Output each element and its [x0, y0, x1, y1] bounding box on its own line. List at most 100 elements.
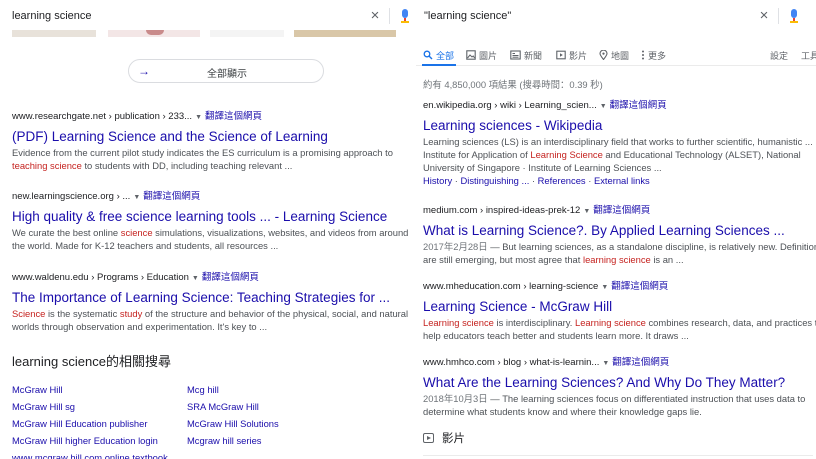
clear-icon[interactable]: × [367, 8, 383, 24]
translate-page-link[interactable]: 翻譯這個網頁 [611, 281, 668, 292]
translate-page-link[interactable]: 翻譯這個網頁 [610, 100, 667, 111]
sitelink[interactable]: References [538, 175, 586, 186]
search-result: www.mheducation.com › learning-science ▼ 翻… [423, 280, 816, 342]
right-search-input[interactable]: "learning science" [424, 10, 511, 22]
translate-page-link[interactable]: 翻譯這個網頁 [202, 272, 259, 283]
related-search-link[interactable]: McGraw Hill higher Education login [12, 435, 158, 446]
snippet-highlight: Learning science [423, 317, 494, 328]
result-stats: 約有 4,850,000 項結果 (搜尋時間：0.39 秒) [423, 79, 603, 90]
news-icon [510, 50, 521, 60]
related-search-link[interactable]: McGraw Hill Education publisher [12, 418, 147, 429]
result-title[interactable]: What Are the Learning Sciences? And Why … [423, 373, 813, 392]
section-divider [423, 455, 813, 456]
snippet-highlight: teaching science [12, 160, 82, 171]
result-url[interactable]: new.learningscience.org › ... ▼ 翻譯這個網頁 [12, 190, 406, 203]
result-title[interactable]: Learning Science - McGraw Hill [423, 297, 813, 316]
tab-more[interactable]: 更多 [641, 49, 666, 62]
tab-videos[interactable]: 影片 [556, 49, 587, 62]
result-title[interactable]: The Importance of Learning Science: Teac… [12, 288, 406, 307]
snippet-text: simulations, visualizations, websites, a… [152, 227, 409, 238]
snippet-highlight: science [120, 227, 153, 238]
dropdown-triangle-icon[interactable]: ▼ [583, 208, 590, 215]
image-thumbnail[interactable] [12, 30, 96, 37]
show-all-label: 全部顯示 [207, 69, 247, 80]
snippet-text: the world. Made for K-12 teachers and st… [12, 240, 279, 251]
left-search-input[interactable]: learning science [12, 10, 92, 22]
tab-tools[interactable]: 工具 [801, 49, 816, 62]
related-search-link[interactable]: Mcg hill [187, 384, 219, 395]
translate-page-link[interactable]: 翻譯這個網頁 [612, 357, 669, 368]
result-url[interactable]: www.waldenu.edu › Programs › Education ▼ 翻… [12, 271, 406, 284]
map-pin-icon [599, 49, 608, 61]
dropdown-triangle-icon[interactable]: ▼ [602, 360, 609, 367]
show-all-button[interactable]: → 全部顯示 [128, 59, 324, 83]
result-domain: medium.com [423, 205, 478, 216]
result-title[interactable]: What is Learning Science?. By Applied Le… [423, 221, 813, 240]
search-icon [423, 50, 433, 60]
image-thumbnail[interactable] [108, 30, 200, 37]
tab-images-label: 圖片 [479, 51, 498, 61]
mic-icon[interactable] [789, 8, 799, 24]
result-path: › inspired-ideas-prek-12 [477, 205, 581, 216]
sitelink[interactable]: History [423, 175, 452, 186]
result-title[interactable]: (PDF) Learning Science and the Science o… [12, 127, 406, 146]
sitelink-separator: · [529, 175, 538, 186]
result-url[interactable]: www.researchgate.net › publication › 233… [12, 110, 406, 123]
tab-all[interactable]: 全部 [423, 49, 454, 62]
result-domain: www.researchgate.net [12, 111, 106, 122]
related-search-link[interactable]: SRA McGraw Hill [187, 401, 259, 412]
snippet-text: is the systematic [45, 308, 120, 319]
result-snippet: teaching science to students with DD, in… [12, 159, 406, 172]
right-results-pane: "learning science" × 全部 圖片 新聞 影片 地圖 更多 設… [416, 0, 816, 459]
related-search-link[interactable]: McGraw Hill [12, 384, 63, 395]
dropdown-triangle-icon[interactable]: ▼ [601, 284, 608, 291]
image-thumbnail[interactable] [294, 30, 396, 37]
search-result: medium.com › inspired-ideas-prek-12 ▼ 翻譯這個… [423, 204, 816, 266]
result-title[interactable]: Learning sciences - Wikipedia [423, 116, 813, 135]
result-url[interactable]: www.hmhco.com › blog › what-is-learnin..… [423, 356, 813, 369]
snippet-text: are still emerging, but most agree that [423, 254, 583, 265]
snippet-text: is interdisciplinary. [493, 317, 575, 328]
dropdown-triangle-icon[interactable]: ▼ [133, 194, 140, 201]
tab-settings[interactable]: 設定 [770, 49, 788, 62]
snippet-text: and Educational Technology (ALSET), Nati… [602, 149, 801, 160]
related-search-link[interactable]: McGraw Hill sg [12, 401, 75, 412]
dropdown-triangle-icon[interactable]: ▼ [600, 103, 607, 110]
search-result: www.researchgate.net › publication › 233… [12, 110, 406, 172]
sitelink[interactable]: External links [594, 175, 650, 186]
search-result: www.hmhco.com › blog › what-is-learnin..… [423, 356, 813, 418]
sitelink[interactable]: Distinguishing ... [461, 175, 530, 186]
result-date: 2017年2月28日 [423, 241, 488, 252]
tab-images[interactable]: 圖片 [466, 49, 497, 62]
mic-icon[interactable] [400, 8, 410, 24]
translate-page-link[interactable]: 翻譯這個網頁 [143, 191, 200, 202]
result-path: › blog › what-is-learnin... [494, 357, 600, 368]
snippet-text: University of Singapore · Institute of L… [423, 162, 662, 173]
result-snippet: Evidence from the current pilot study in… [12, 146, 406, 159]
dropdown-triangle-icon[interactable]: ▼ [195, 114, 202, 121]
snippet-text: of the structure and behavior of the phy… [142, 308, 409, 319]
result-domain: www.waldenu.edu [12, 272, 89, 283]
related-search-link[interactable]: Mcgraw hill series [187, 435, 262, 446]
related-search-link[interactable]: www mcgraw hill com online textbook [12, 452, 168, 459]
image-thumbnail[interactable] [210, 30, 284, 37]
snippet-highlight: Learning Science [530, 149, 603, 160]
result-path: › ... [113, 191, 131, 202]
tab-news-label: 新聞 [524, 51, 543, 61]
result-url[interactable]: medium.com › inspired-ideas-prek-12 ▼ 翻譯這個… [423, 204, 813, 217]
snippet-highlight: Science [12, 308, 46, 319]
dropdown-triangle-icon[interactable]: ▼ [192, 275, 199, 282]
snippet-text: Learning sciences (LS) is an interdiscip… [423, 136, 813, 147]
translate-page-link[interactable]: 翻譯這個網頁 [205, 111, 262, 122]
clear-icon[interactable]: × [756, 8, 772, 24]
result-path: › publication › 233... [106, 111, 193, 122]
translate-page-link[interactable]: 翻譯這個網頁 [593, 205, 650, 216]
tab-news[interactable]: 新聞 [510, 49, 542, 62]
result-snippet: 2018年10月3日 — The learning sciences focus… [423, 392, 813, 405]
result-url[interactable]: en.wikipedia.org › wiki › Learning_scien… [423, 99, 813, 112]
result-url[interactable]: www.mheducation.com › learning-science ▼ 翻… [423, 280, 813, 293]
tab-maps[interactable]: 地圖 [599, 49, 629, 62]
result-domain: new.learningscience.org [12, 191, 114, 202]
result-title[interactable]: High quality & free science learning too… [12, 207, 406, 226]
related-search-link[interactable]: McGraw Hill Solutions [187, 418, 279, 429]
